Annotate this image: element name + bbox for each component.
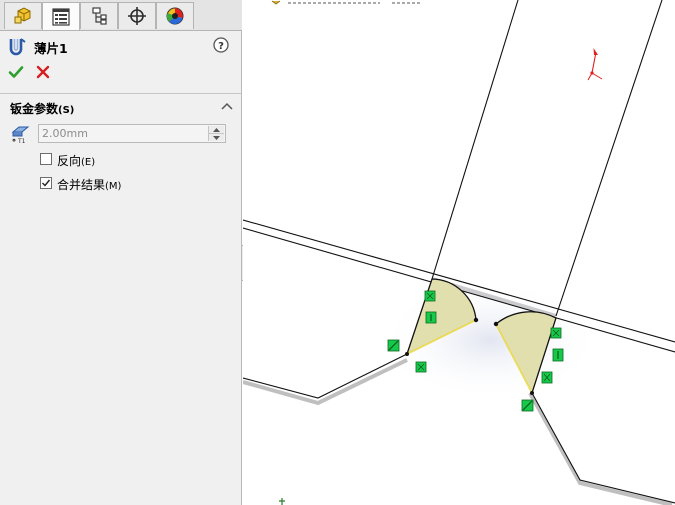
thickness-field[interactable] (38, 124, 226, 143)
divider (0, 93, 241, 94)
vertex (530, 391, 534, 395)
model-graphics (243, 0, 675, 505)
feature-title: 薄片1 (34, 41, 68, 56)
thickness-spinner[interactable] (208, 126, 224, 141)
thickness-icon: T1 (11, 126, 30, 144)
tab-configuration-manager[interactable] (80, 2, 118, 29)
svg-text:T1: T1 (17, 138, 26, 144)
checkbox-box[interactable] (40, 177, 52, 189)
spin-up-button[interactable] (209, 126, 224, 134)
edge-shadow (528, 392, 673, 505)
svg-text:?: ? (218, 41, 224, 52)
merge-result-checkbox[interactable]: 合并结果(M) (40, 176, 220, 192)
feature-header: 薄片1 ? (6, 36, 238, 56)
property-manager-panel: 薄片1 ? 钣金参数(S) T1 2.00mm 反向(E) 合并结果(M) (0, 0, 242, 505)
feature-manager-icon (14, 7, 31, 24)
model-edge (243, 353, 408, 399)
dimxpert-manager-icon (128, 7, 146, 25)
help-icon[interactable]: ? (213, 37, 229, 53)
model-edge (431, 0, 519, 280)
display-manager-icon (166, 7, 184, 25)
model-edge (531, 392, 675, 504)
model-edge (555, 0, 663, 317)
checkbox-box[interactable] (40, 153, 52, 165)
cancel-button[interactable] (35, 64, 51, 80)
configuration-manager-icon (92, 7, 107, 25)
property-manager-icon (52, 7, 70, 26)
tab-display-manager[interactable] (156, 2, 194, 29)
ok-button[interactable] (8, 64, 24, 80)
reference-triad-icon (587, 48, 603, 81)
vertex (473, 317, 479, 323)
sheet-metal-tab-icon (9, 38, 26, 56)
vertex (493, 321, 499, 327)
thickness-input[interactable] (39, 125, 210, 142)
graphics-viewport[interactable] (243, 0, 675, 505)
manager-tab-bar (0, 0, 242, 31)
spin-down-button[interactable] (209, 134, 224, 141)
sheet-metal-parameters-header[interactable]: 钣金参数(S) (10, 99, 236, 117)
origin-icon (279, 498, 285, 505)
tree-item-icon (271, 0, 281, 5)
tab-feature-manager[interactable] (4, 2, 42, 29)
chevron-up-icon[interactable] (220, 99, 234, 113)
group-title: 钣金参数(S) (10, 102, 75, 116)
vertex (405, 352, 409, 356)
reverse-direction-checkbox[interactable]: 反向(E) (40, 152, 220, 168)
checkmark-icon (42, 179, 51, 187)
tab-dimxpert-manager[interactable] (118, 2, 156, 29)
arrow-down-icon (213, 135, 220, 140)
tab-property-manager[interactable] (42, 2, 80, 30)
arrow-up-icon (213, 127, 220, 132)
